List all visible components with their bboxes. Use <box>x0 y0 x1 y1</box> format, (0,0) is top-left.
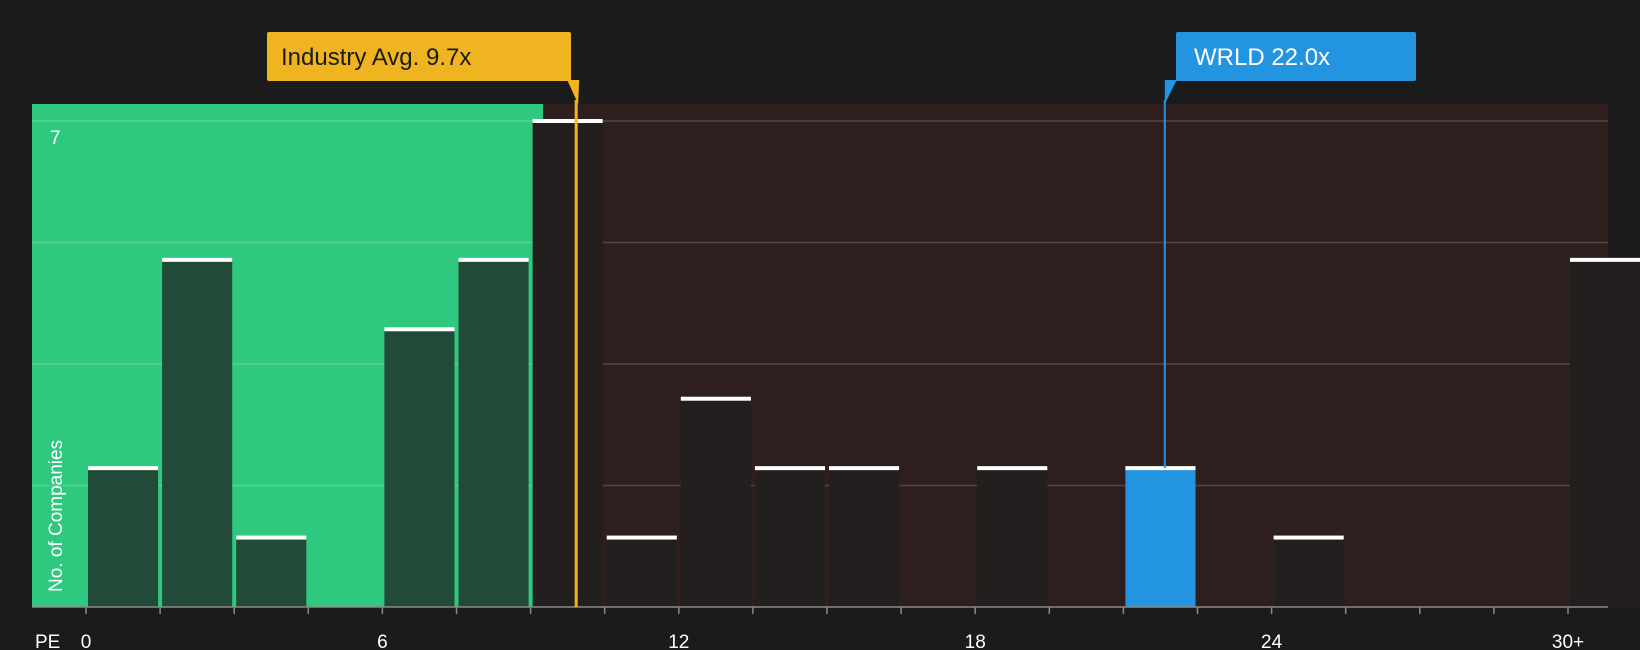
bar-cap <box>606 535 677 540</box>
histogram-bar <box>754 468 825 607</box>
histogram-bar <box>532 121 603 607</box>
industry-avg-label: Industry Avg. 9.7x <box>281 44 471 71</box>
bar-cap <box>384 327 455 332</box>
bar-cap <box>754 466 825 471</box>
x-axis-label: PE <box>35 632 60 650</box>
bar-cap <box>977 466 1048 471</box>
histogram-bar <box>606 537 677 607</box>
bar-cap <box>1273 535 1344 540</box>
y-axis-label: No. of Companies <box>46 440 67 592</box>
histogram-bar <box>1273 537 1344 607</box>
chart-svg: 0 6 12 18 24 30+ Industry Avg. 9.7x WRLD 22.0x… <box>0 0 1640 650</box>
x-tick-label: 0 <box>81 632 92 650</box>
x-tick-label: 30+ <box>1552 632 1584 650</box>
bar-cap <box>532 119 603 123</box>
bar-cap <box>829 466 900 471</box>
pe-distribution-chart: 0 6 12 18 24 30+ Industry Avg. 9.7x WRLD 22.0x… <box>0 0 1640 650</box>
bar-cap <box>680 396 751 401</box>
histogram-bar <box>236 537 307 607</box>
bar-cap <box>458 257 529 262</box>
y-tick-label: 7 <box>50 128 61 149</box>
histogram-bar <box>384 329 455 607</box>
histogram-bar <box>829 468 900 607</box>
bar-cap <box>88 466 159 471</box>
histogram-bar <box>680 398 751 607</box>
x-tick-label: 6 <box>377 632 388 650</box>
histogram-bar <box>977 468 1048 607</box>
histogram-bar <box>458 259 529 607</box>
histogram-bar <box>162 259 233 607</box>
histogram-bar <box>88 468 159 607</box>
x-tick-label: 18 <box>965 632 986 650</box>
bar-cap <box>1570 257 1640 262</box>
histogram-bar <box>1570 259 1640 607</box>
x-tick-label: 24 <box>1261 632 1283 650</box>
x-tick-label: 12 <box>668 632 689 650</box>
bar-cap <box>1125 466 1196 471</box>
company-label: WRLD 22.0x <box>1194 44 1330 71</box>
highlight-bar <box>1125 468 1196 607</box>
bar-cap <box>162 257 233 262</box>
bar-cap <box>236 535 307 540</box>
